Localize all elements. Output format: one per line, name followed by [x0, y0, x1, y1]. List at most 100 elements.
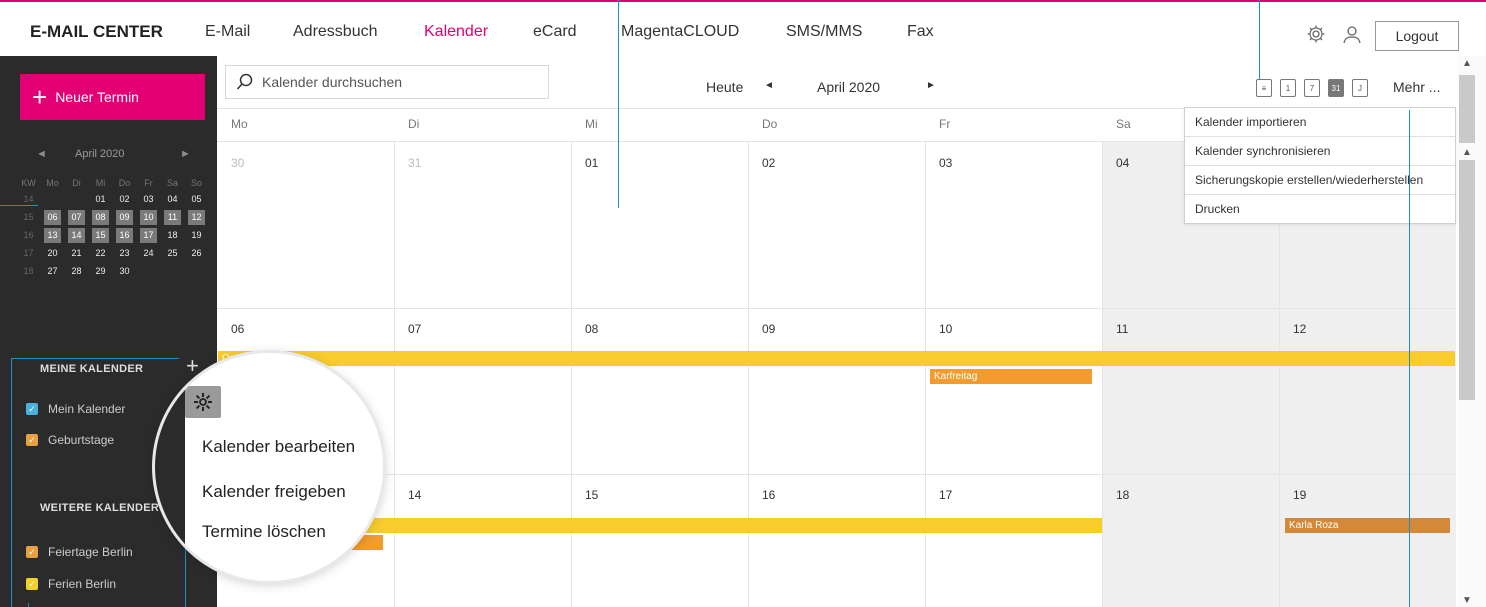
nav-ecard[interactable]: eCard [533, 23, 577, 41]
new-appointment-button[interactable]: + Neuer Termin [20, 74, 205, 120]
day-number[interactable]: 07 [408, 322, 421, 336]
scrollbar-thumb[interactable] [1459, 75, 1475, 143]
checkbox-checked-icon[interactable]: ✓ [26, 546, 38, 558]
mini-next-arrow[interactable]: ► [180, 148, 191, 160]
more-menu-button[interactable]: Mehr ... [1393, 79, 1440, 95]
nav-adressbuch[interactable]: Adressbuch [293, 23, 378, 41]
mini-day[interactable]: 23 [116, 246, 133, 261]
mini-day[interactable]: 08 [92, 210, 109, 225]
nav-email[interactable]: E-Mail [205, 23, 250, 41]
day-number[interactable]: 16 [762, 488, 775, 502]
mini-day[interactable]: 13 [44, 228, 61, 243]
day-number[interactable]: 09 [762, 322, 775, 336]
day-number[interactable]: 31 [408, 156, 421, 170]
gear-icon[interactable] [1306, 24, 1326, 44]
mini-day[interactable]: 09 [116, 210, 133, 225]
calendar-item-ferien-berlin[interactable]: ✓ Ferien Berlin [26, 577, 116, 591]
day-number[interactable]: 10 [939, 322, 952, 336]
calendar-settings-gear-icon[interactable] [185, 386, 221, 418]
checkbox-checked-icon[interactable]: ✓ [26, 434, 38, 446]
menu-item-backup[interactable]: Sicherungskopie erstellen/wiederherstell… [1185, 166, 1455, 195]
mini-day[interactable]: 16 [116, 228, 133, 243]
mini-day[interactable]: 30 [116, 264, 133, 279]
mini-day[interactable]: 04 [164, 192, 181, 207]
next-month-arrow[interactable]: ► [926, 80, 936, 91]
mini-day[interactable]: 02 [116, 192, 133, 207]
mini-day[interactable] [44, 192, 61, 207]
day-number[interactable]: 02 [762, 156, 775, 170]
mini-day[interactable]: 22 [92, 246, 109, 261]
mini-day[interactable]: 05 [188, 192, 205, 207]
logout-button[interactable]: Logout [1375, 21, 1459, 51]
day-view-icon[interactable]: 1 [1280, 79, 1296, 97]
day-number[interactable]: 14 [408, 488, 421, 502]
checkbox-checked-icon[interactable]: ✓ [26, 403, 38, 415]
day-number[interactable]: 19 [1293, 488, 1306, 502]
day-number[interactable]: 30 [231, 156, 244, 170]
mini-day[interactable]: 24 [140, 246, 157, 261]
menu-item-import[interactable]: Kalender importieren [1185, 108, 1455, 137]
day-number[interactable]: 12 [1293, 322, 1306, 336]
mini-day[interactable] [188, 264, 205, 279]
mini-day[interactable]: 18 [164, 228, 181, 243]
mini-day[interactable]: 28 [68, 264, 85, 279]
inner-scroll-up-arrow[interactable]: ▲ [1462, 147, 1472, 158]
menu-item-print[interactable]: Drucken [1185, 195, 1455, 223]
mini-day[interactable]: 15 [92, 228, 109, 243]
mini-day[interactable]: 20 [44, 246, 61, 261]
calendar-item-mein-kalender[interactable]: ✓ Mein Kalender [26, 402, 125, 416]
menu-item-sync[interactable]: Kalender synchronisieren [1185, 137, 1455, 166]
day-number[interactable]: 11 [1116, 322, 1128, 336]
year-view-icon[interactable]: J [1352, 79, 1368, 97]
month-view-icon[interactable]: 31 [1328, 79, 1344, 97]
day-number[interactable]: 06 [231, 322, 244, 336]
nav-magentacloud[interactable]: MagentaCLOUD [621, 23, 739, 41]
nav-kalender[interactable]: Kalender [424, 23, 488, 41]
mini-day[interactable] [140, 264, 157, 279]
mini-prev-arrow[interactable]: ◄ [36, 148, 47, 160]
day-number[interactable]: 04 [1116, 156, 1129, 170]
mini-day[interactable]: 26 [188, 246, 205, 261]
today-button[interactable]: Heute [706, 79, 743, 95]
event-osterferien[interactable]: Osterferien [218, 351, 1455, 366]
day-number[interactable]: 01 [585, 156, 598, 170]
checkbox-checked-icon[interactable]: ✓ [26, 578, 38, 590]
mini-day[interactable]: 29 [92, 264, 109, 279]
mini-day[interactable]: 27 [44, 264, 61, 279]
event-birthday-karla-roza[interactable]: Karla Roza [1285, 518, 1450, 533]
mini-day[interactable]: 07 [68, 210, 85, 225]
mini-day[interactable]: 03 [140, 192, 157, 207]
mini-day[interactable]: 06 [44, 210, 61, 225]
mini-day[interactable]: 10 [140, 210, 157, 225]
user-icon[interactable] [1342, 24, 1362, 44]
calendar-search-input[interactable]: Kalender durchsuchen [225, 65, 549, 99]
day-number[interactable]: 08 [585, 322, 598, 336]
mini-day[interactable]: 25 [164, 246, 181, 261]
prev-month-arrow[interactable]: ◄ [764, 80, 774, 91]
calendar-item-geburtstage[interactable]: ✓ Geburtstage [26, 433, 114, 447]
day-number[interactable]: 18 [1116, 488, 1129, 502]
mini-day[interactable]: 17 [140, 228, 157, 243]
nav-fax[interactable]: Fax [907, 23, 934, 41]
add-calendar-button[interactable]: + [186, 355, 199, 377]
day-number[interactable]: 03 [939, 156, 952, 170]
scroll-up-arrow[interactable]: ▲ [1462, 58, 1472, 69]
mini-day[interactable]: 21 [68, 246, 85, 261]
inner-scrollbar-thumb[interactable] [1459, 160, 1475, 400]
list-view-icon[interactable]: ≡ [1256, 79, 1272, 97]
context-item-share-calendar[interactable]: Kalender freigeben [202, 482, 346, 502]
nav-sms-mms[interactable]: SMS/MMS [786, 23, 862, 41]
calendar-item-feiertage-berlin[interactable]: ✓ Feiertage Berlin [26, 545, 133, 559]
mini-day[interactable]: 19 [188, 228, 205, 243]
event-karfreitag[interactable]: Karfreitag [930, 369, 1092, 384]
mini-day[interactable]: 12 [188, 210, 205, 225]
mini-day[interactable]: 11 [164, 210, 181, 225]
context-item-edit-calendar[interactable]: Kalender bearbeiten [202, 437, 355, 457]
day-number[interactable]: 15 [585, 488, 598, 502]
day-number[interactable]: 17 [939, 488, 952, 502]
scroll-down-arrow[interactable]: ▼ [1462, 595, 1472, 606]
mini-day[interactable] [68, 192, 85, 207]
week-view-icon[interactable]: 7 [1304, 79, 1320, 97]
context-item-delete-appointments[interactable]: Termine löschen [202, 522, 326, 542]
mini-day[interactable]: 14 [68, 228, 85, 243]
